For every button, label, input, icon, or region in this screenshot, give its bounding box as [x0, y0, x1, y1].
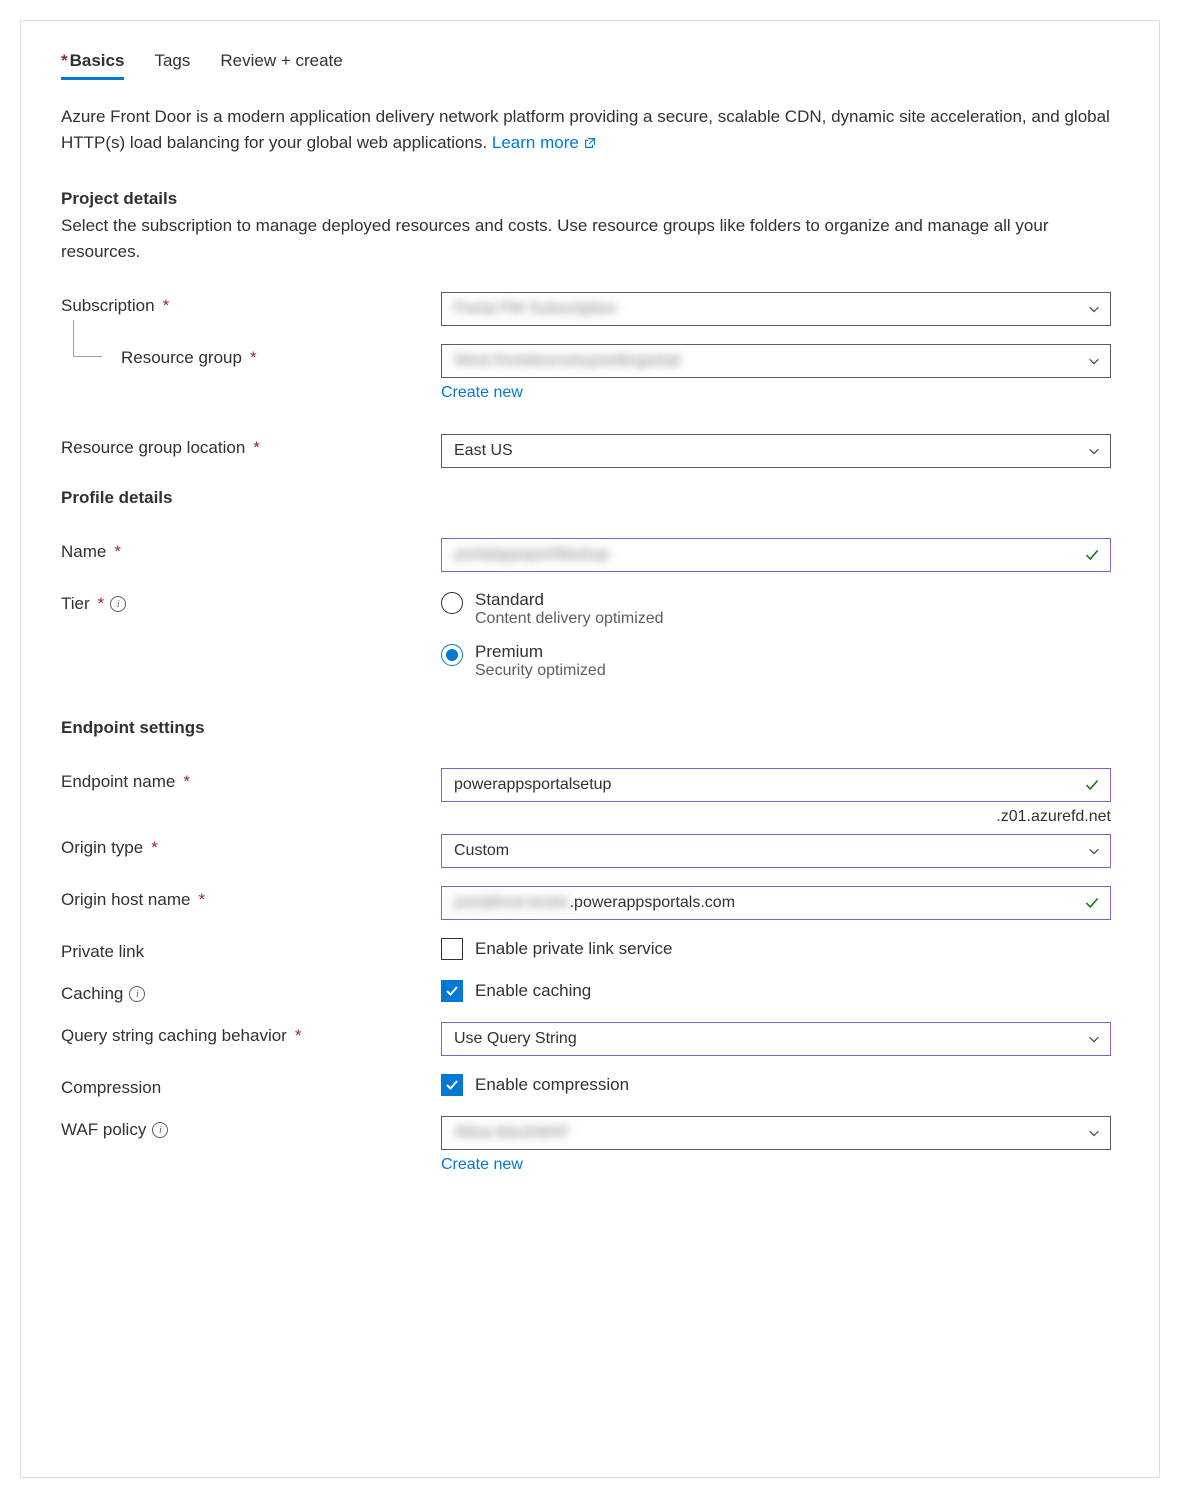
- checkmark-icon: [1083, 776, 1101, 794]
- info-icon[interactable]: i: [152, 1122, 168, 1138]
- tier-standard-label: Standard: [475, 590, 664, 610]
- private-link-checkbox-row[interactable]: Enable private link service: [441, 938, 1111, 960]
- learn-more-link[interactable]: Learn more: [492, 133, 597, 152]
- tab-review-create[interactable]: Review + create: [220, 45, 342, 80]
- compression-checkbox-label: Enable compression: [475, 1075, 629, 1095]
- create-new-waf-link[interactable]: Create new: [441, 1156, 523, 1174]
- profile-name-input[interactable]: portalappsportfdsetup: [441, 538, 1111, 572]
- tab-bar: *Basics Tags Review + create: [61, 45, 1119, 80]
- project-details-desc: Select the subscription to manage deploy…: [61, 213, 1119, 264]
- rg-location-value: East US: [454, 442, 513, 460]
- caching-label: Caching i: [61, 980, 441, 1004]
- create-front-door-panel: *Basics Tags Review + create Azure Front…: [20, 20, 1160, 1478]
- profile-name-label: Name*: [61, 538, 441, 562]
- endpoint-name-label: Endpoint name*: [61, 768, 441, 792]
- waf-policy-label: WAF policy i: [61, 1116, 441, 1140]
- endpoint-suffix: .z01.azurefd.net: [441, 808, 1111, 826]
- rg-location-dropdown[interactable]: East US: [441, 434, 1111, 468]
- tab-tags[interactable]: Tags: [154, 45, 190, 80]
- origin-type-value: Custom: [454, 842, 509, 860]
- origin-type-dropdown[interactable]: Custom: [441, 834, 1111, 868]
- tier-premium-sub: Security optimized: [475, 662, 606, 680]
- origin-host-label: Origin host name*: [61, 886, 441, 910]
- origin-host-value: .powerappsportals.com: [570, 894, 735, 912]
- private-link-checkbox-label: Enable private link service: [475, 939, 672, 959]
- tier-premium-radio[interactable]: Premium Security optimized: [441, 642, 1111, 680]
- resource-group-label: Resource group*: [61, 344, 441, 368]
- profile-name-value: portalappsportfdsetup: [454, 546, 609, 564]
- tab-basics[interactable]: *Basics: [61, 45, 124, 80]
- tier-premium-label: Premium: [475, 642, 606, 662]
- waf-policy-value: Allow-blockWAF: [454, 1124, 570, 1142]
- info-icon[interactable]: i: [129, 986, 145, 1002]
- subscription-label: Subscription*: [61, 292, 441, 316]
- checkbox-checked-icon: [441, 980, 463, 1002]
- endpoint-settings-title: Endpoint settings: [61, 718, 1119, 738]
- endpoint-name-value: powerappsportalsetup: [454, 776, 611, 794]
- radio-unselected-icon: [441, 592, 463, 614]
- checkbox-checked-icon: [441, 1074, 463, 1096]
- query-caching-label: Query string caching behavior*: [61, 1022, 441, 1046]
- compression-label: Compression: [61, 1074, 441, 1098]
- query-caching-dropdown[interactable]: Use Query String: [441, 1022, 1111, 1056]
- origin-type-label: Origin type*: [61, 834, 441, 858]
- origin-host-input[interactable]: portalhost-tester.powerappsportals.com: [441, 886, 1111, 920]
- caching-checkbox-label: Enable caching: [475, 981, 591, 1001]
- subscription-dropdown[interactable]: Portal PM Subscription: [441, 292, 1111, 326]
- create-new-rg-link[interactable]: Create new: [441, 384, 523, 402]
- tier-standard-radio[interactable]: Standard Content delivery optimized: [441, 590, 1111, 628]
- resource-group-value: West-frontdoorsetupsettingsetat: [454, 352, 681, 370]
- intro-text: Azure Front Door is a modern application…: [61, 104, 1119, 157]
- subscription-value: Portal PM Subscription: [454, 300, 617, 318]
- checkbox-unchecked-icon: [441, 938, 463, 960]
- checkmark-icon: [1083, 546, 1101, 564]
- compression-checkbox-row[interactable]: Enable compression: [441, 1074, 1111, 1096]
- caching-checkbox-row[interactable]: Enable caching: [441, 980, 1111, 1002]
- radio-selected-icon: [441, 644, 463, 666]
- endpoint-name-input[interactable]: powerappsportalsetup: [441, 768, 1111, 802]
- external-link-icon: [583, 132, 597, 158]
- rg-location-label: Resource group location*: [61, 434, 441, 458]
- origin-host-prefix: portalhost-tester: [454, 894, 570, 912]
- profile-details-title: Profile details: [61, 488, 1119, 508]
- private-link-label: Private link: [61, 938, 441, 962]
- info-icon[interactable]: i: [110, 596, 126, 612]
- query-caching-value: Use Query String: [454, 1030, 577, 1048]
- tab-basics-label: Basics: [70, 51, 125, 70]
- tier-label: Tier* i: [61, 590, 441, 614]
- waf-policy-dropdown[interactable]: Allow-blockWAF: [441, 1116, 1111, 1150]
- tier-standard-sub: Content delivery optimized: [475, 610, 664, 628]
- checkmark-icon: [1083, 894, 1101, 912]
- project-details-title: Project details: [61, 189, 1119, 209]
- resource-group-dropdown[interactable]: West-frontdoorsetupsettingsetat: [441, 344, 1111, 378]
